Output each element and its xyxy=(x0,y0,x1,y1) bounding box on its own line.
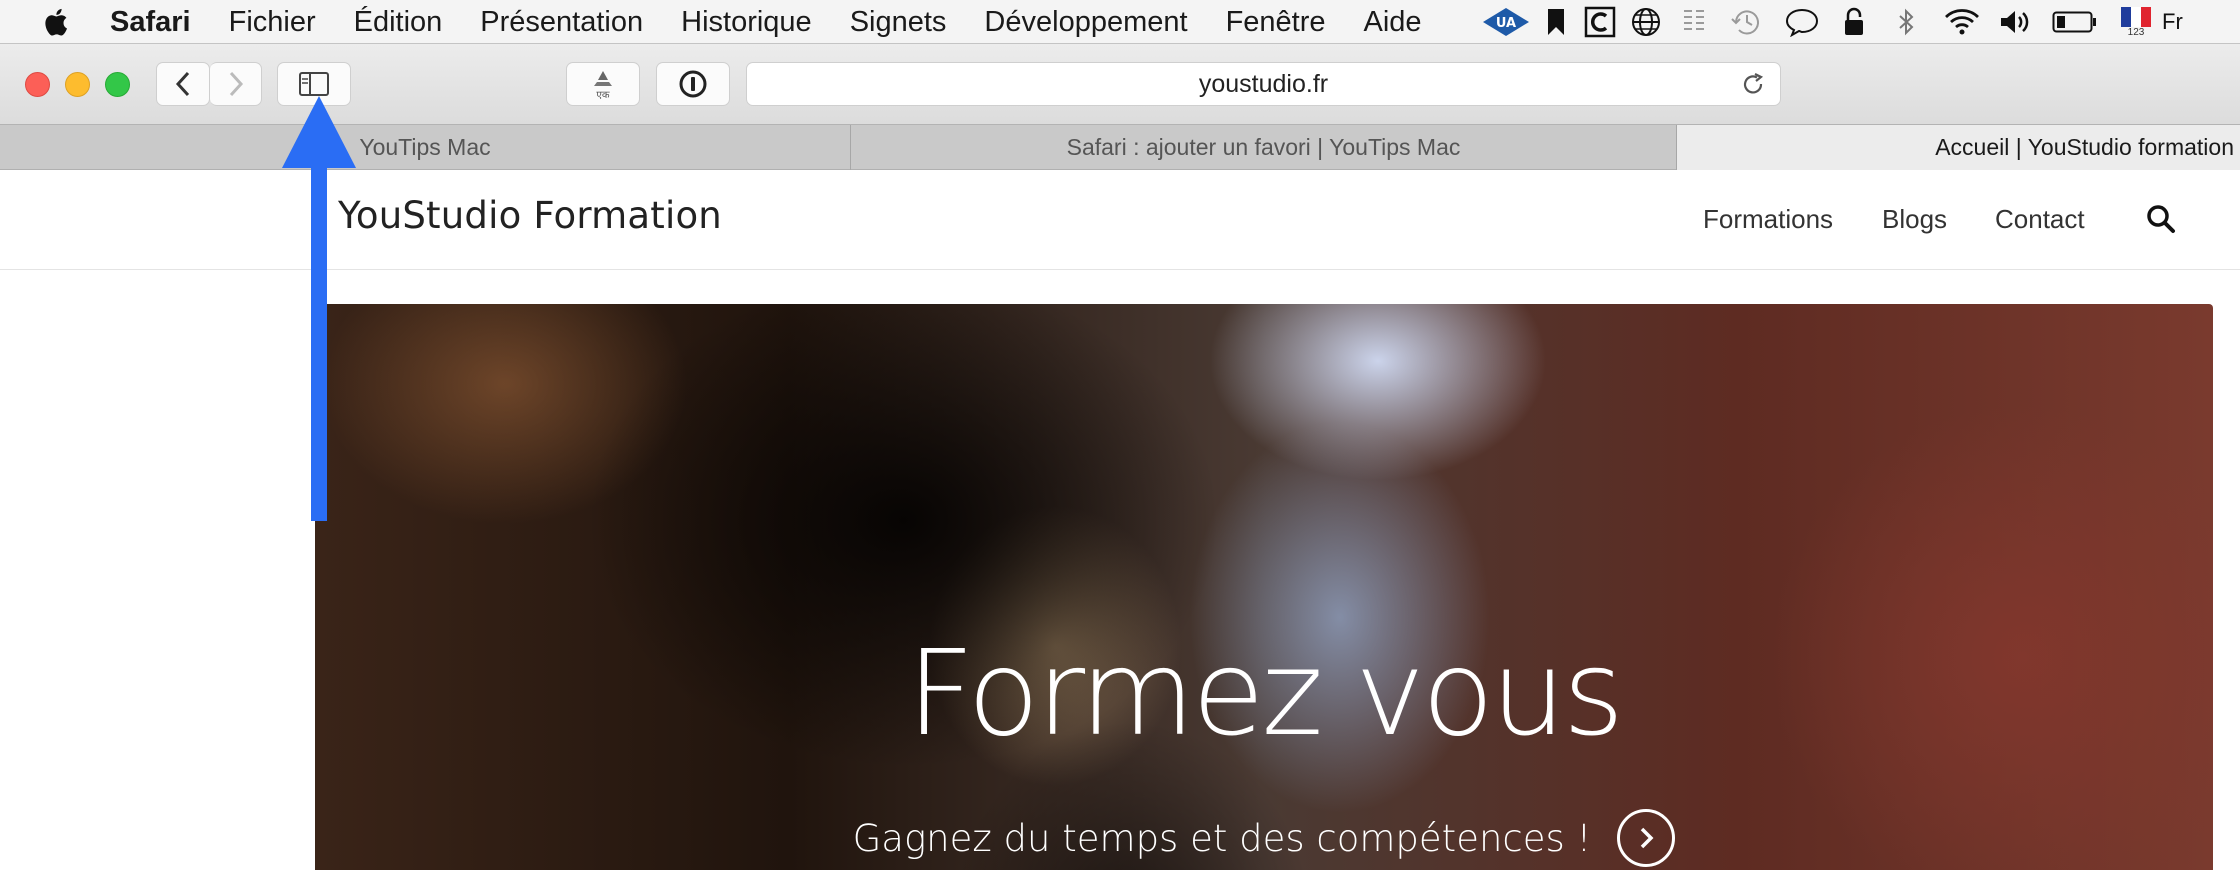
menu-fenetre[interactable]: Fenêtre xyxy=(1207,0,1345,44)
zoom-button[interactable] xyxy=(105,72,130,97)
apple-menu[interactable] xyxy=(0,0,110,44)
hero-banner: Formez vous Gagnez du temps et des compé… xyxy=(315,304,2213,870)
menu-developpement[interactable]: Développement xyxy=(965,0,1206,44)
apple-icon xyxy=(45,8,67,36)
columns-icon[interactable] xyxy=(1670,0,1718,44)
volume-icon[interactable] xyxy=(1990,0,2040,44)
menu-edition[interactable]: Édition xyxy=(335,0,462,44)
tab-title: Accueil | YouStudio formation xyxy=(1935,134,2234,160)
tab-title: Safari : ajouter un favori | YouTips Mac xyxy=(1066,134,1461,160)
ua-extra-icon[interactable]: UA xyxy=(1478,0,1534,44)
nav-formations[interactable]: Formations xyxy=(1703,204,1833,235)
share-icon: एक xyxy=(594,71,612,100)
share-extension-button[interactable]: एक xyxy=(566,62,640,106)
arrow-right-circle-icon xyxy=(1641,827,1654,849)
svg-text:एक: एक xyxy=(596,90,610,100)
minimize-button[interactable] xyxy=(65,72,90,97)
battery-icon[interactable] xyxy=(2040,0,2110,44)
french-flag-icon xyxy=(2121,6,2151,27)
menu-app-safari[interactable]: Safari xyxy=(110,0,210,44)
lock-status-icon[interactable] xyxy=(1830,0,1878,44)
forward-button[interactable] xyxy=(210,62,262,106)
hero-title: Formez vous xyxy=(906,624,1625,762)
wifi-icon[interactable] xyxy=(1934,0,1990,44)
input-source-label[interactable]: Fr xyxy=(2162,9,2183,35)
globe-icon[interactable] xyxy=(1622,0,1670,44)
bluetooth-icon[interactable] xyxy=(1878,0,1934,44)
reload-icon xyxy=(1743,73,1764,94)
menu-aide[interactable]: Aide xyxy=(1345,0,1441,44)
1password-icon xyxy=(679,70,707,98)
input-source-flag[interactable]: 123 xyxy=(2110,0,2162,44)
menu-bar: Safari Fichier Édition Présentation Hist… xyxy=(0,0,2240,44)
address-text: youstudio.fr xyxy=(1198,69,1329,98)
back-icon xyxy=(175,71,190,97)
hero-subtitle-row: Gagnez du temps et des compétences ! xyxy=(315,809,2213,867)
svg-text:UA: UA xyxy=(1496,16,1516,31)
menu-presentation[interactable]: Présentation xyxy=(461,0,662,44)
clipboard-app-icon[interactable] xyxy=(1578,0,1622,44)
menu-fichier[interactable]: Fichier xyxy=(210,0,335,44)
tab-youtips[interactable]: YouTips Mac xyxy=(0,125,851,170)
menu-historique[interactable]: Historique xyxy=(662,0,831,44)
back-button[interactable] xyxy=(156,62,210,106)
annotation-arrow-head xyxy=(282,96,356,168)
menu-signets[interactable]: Signets xyxy=(831,0,966,44)
messages-icon[interactable] xyxy=(1774,0,1830,44)
sidebar-icon xyxy=(299,72,329,96)
reload-button[interactable] xyxy=(1738,70,1768,100)
hero-cta-button[interactable] xyxy=(1617,809,1676,867)
search-icon xyxy=(2147,205,2175,233)
close-button[interactable] xyxy=(25,72,50,97)
nav-blogs[interactable]: Blogs xyxy=(1882,204,1947,235)
1password-button[interactable] xyxy=(656,62,730,106)
tab-safari-favori[interactable]: Safari : ajouter un favori | YouTips Mac xyxy=(851,125,1677,170)
hero-subtitle: Gagnez du temps et des compétences ! xyxy=(852,816,1592,860)
address-bar[interactable]: youstudio.fr xyxy=(746,62,1781,106)
time-machine-icon[interactable] xyxy=(1718,0,1774,44)
annotation-arrow xyxy=(282,96,356,521)
status-menus: UA 123 Fr xyxy=(1478,0,2183,44)
tab-title: YouTips Mac xyxy=(359,134,491,160)
nav-contact[interactable]: Contact xyxy=(1995,204,2085,235)
site-search-button[interactable] xyxy=(2144,202,2178,236)
tab-accueil-youstudio[interactable]: Accueil | YouStudio formation xyxy=(1677,125,2240,170)
input-source-badge: 123 xyxy=(2127,26,2145,38)
forward-icon xyxy=(229,71,243,97)
site-brand[interactable]: YouStudio Formation xyxy=(338,194,722,237)
bookmark-status-icon[interactable] xyxy=(1534,0,1578,44)
annotation-arrow-shaft xyxy=(311,162,327,521)
